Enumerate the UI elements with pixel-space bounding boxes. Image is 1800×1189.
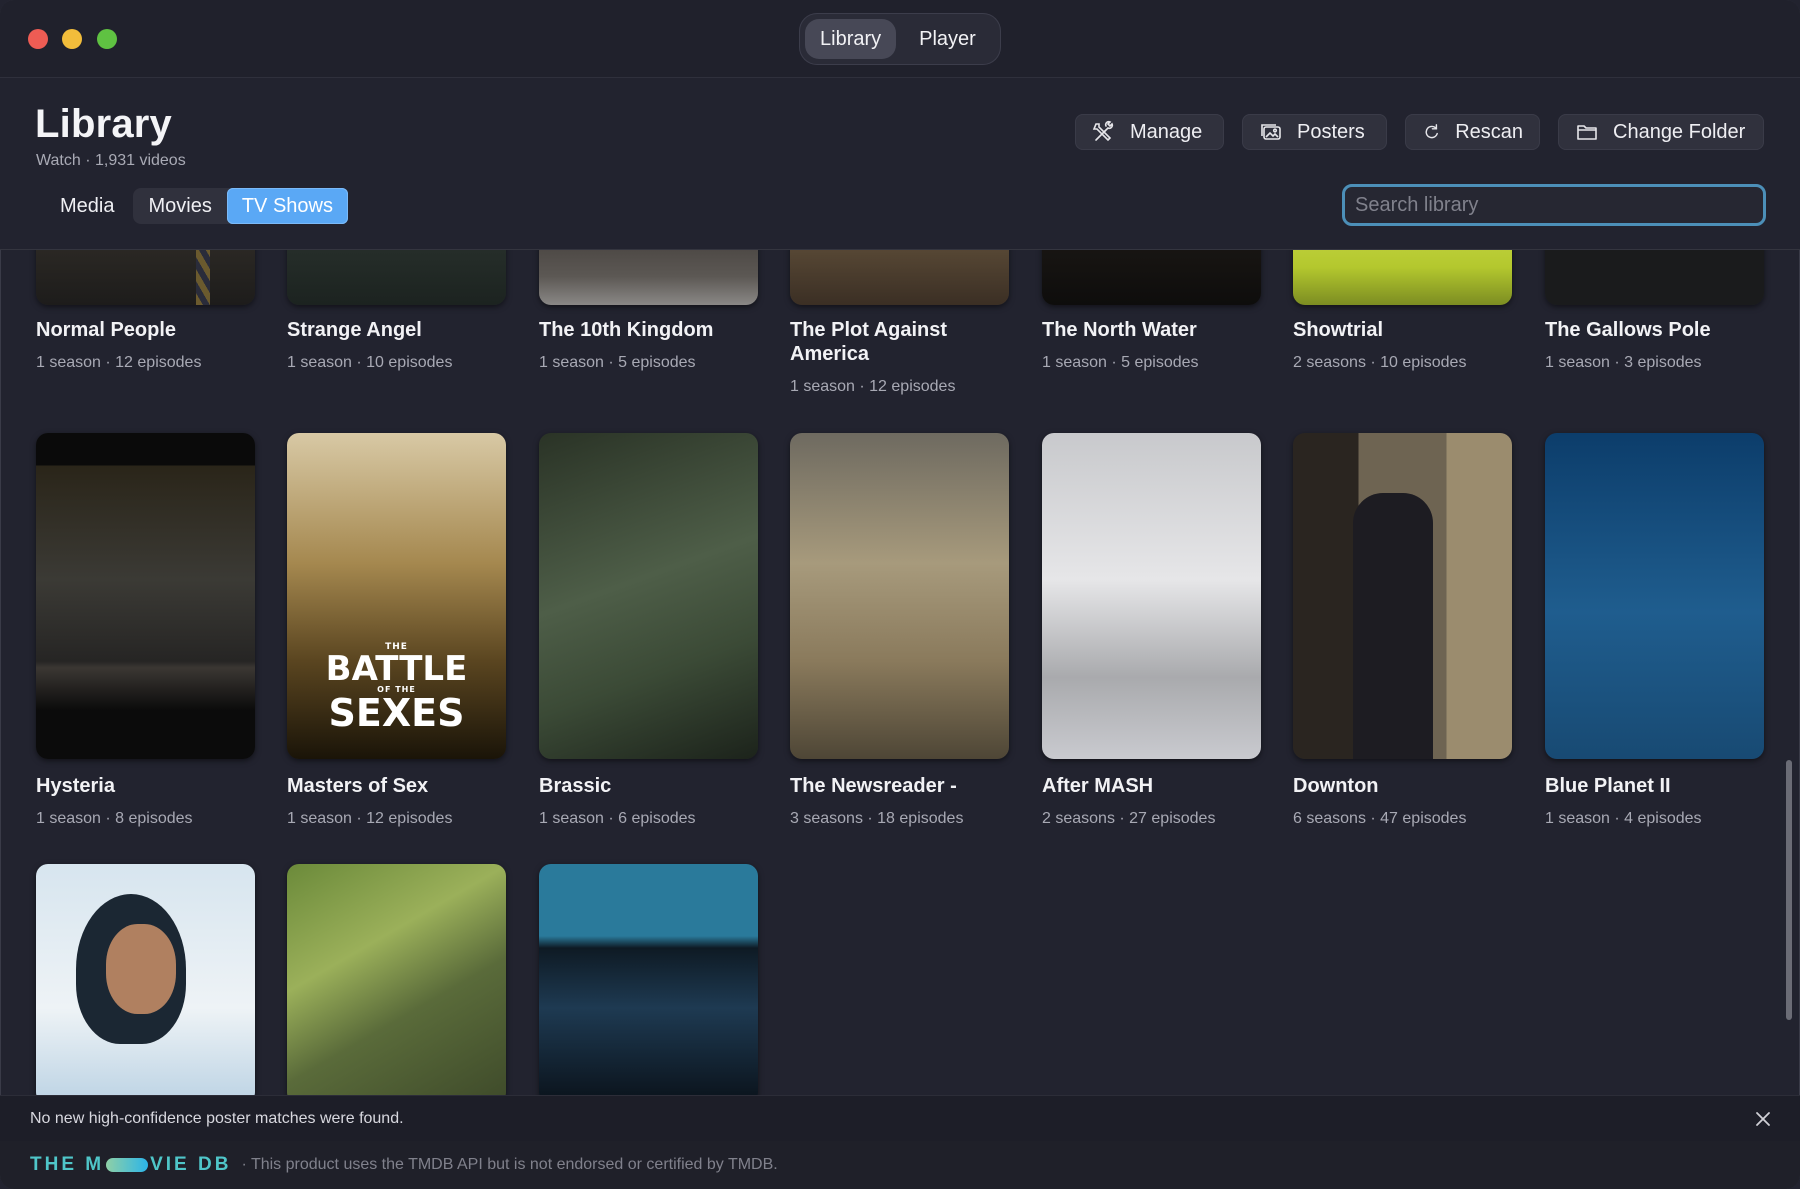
show-meta: 2 seasons · 10 episodes	[1293, 354, 1467, 371]
page-subtitle: Watch · 1,931 videos	[36, 152, 186, 169]
tab-media[interactable]: Media	[44, 188, 129, 224]
folder-icon	[1577, 125, 1597, 140]
poster-image	[36, 433, 255, 759]
poster-image	[1545, 250, 1764, 305]
poster-image	[539, 250, 758, 305]
show-title: Normal People	[36, 319, 177, 341]
posters-button[interactable]: Posters	[1242, 114, 1387, 150]
tab-library[interactable]: Library	[805, 19, 897, 59]
poster-image	[287, 250, 506, 305]
tab-movies[interactable]: Movies	[133, 188, 226, 224]
poster-image: THE BATTLE OF THE SEXES	[287, 433, 506, 759]
change-folder-button[interactable]: Change Folder	[1558, 114, 1764, 150]
status-banner: No new high-confidence poster matches we…	[0, 1095, 1800, 1141]
close-icon[interactable]	[1752, 1108, 1774, 1130]
poster-big-text-1: BATTLE	[325, 649, 468, 689]
tmdb-logo: THE M VIE DB	[30, 1154, 231, 1176]
photos-icon	[1261, 124, 1281, 140]
manage-button[interactable]: Manage	[1075, 114, 1224, 150]
zoom-window-button[interactable]	[97, 29, 117, 49]
poster-big-text-2: SEXES	[328, 691, 465, 735]
change-folder-label: Change Folder	[1613, 120, 1746, 143]
show-meta: 1 season · 4 episodes	[1545, 810, 1702, 827]
show-meta: 1 season · 12 episodes	[790, 378, 956, 395]
poster-image	[1042, 433, 1261, 759]
show-meta: 6 seasons · 47 episodes	[1293, 810, 1467, 827]
close-window-button[interactable]	[28, 29, 48, 49]
poster-image	[36, 864, 255, 1095]
manage-label: Manage	[1130, 120, 1203, 143]
poster-image	[1293, 433, 1512, 759]
show-title: Blue Planet II	[1545, 775, 1671, 797]
tools-icon	[1092, 120, 1114, 142]
view-switcher: Library Player	[799, 13, 1001, 65]
tmdb-logo-right: VIE DB	[150, 1154, 232, 1175]
media-type-tabs: Media Movies TV Shows	[44, 188, 348, 224]
show-title: The North Water	[1042, 319, 1197, 341]
show-title: The Gallows Pole	[1545, 319, 1711, 341]
show-meta: 3 seasons · 18 episodes	[790, 810, 964, 827]
scrollbar[interactable]	[1786, 760, 1792, 1020]
minimize-window-button[interactable]	[62, 29, 82, 49]
show-title: Hysteria	[36, 775, 115, 797]
show-title: Strange Angel	[287, 319, 422, 341]
rescan-label: Rescan	[1455, 120, 1523, 143]
show-meta: 1 season · 12 episodes	[287, 810, 453, 827]
show-title: Showtrial	[1293, 319, 1384, 341]
tab-tv-shows[interactable]: TV Shows	[226, 188, 348, 224]
tab-player[interactable]: Player	[904, 19, 991, 59]
app-window: Library Player Library Watch · 1,931 vid…	[0, 0, 1800, 1189]
show-meta: 1 season · 5 episodes	[1042, 354, 1199, 371]
show-meta: 2 seasons · 27 episodes	[1042, 810, 1216, 827]
show-title: Brassic	[539, 775, 612, 797]
footer: THE M VIE DB · This product uses the TMD…	[0, 1141, 1800, 1189]
tmdb-logo-left: THE M	[30, 1154, 105, 1175]
show-meta: 1 season · 10 episodes	[287, 354, 453, 371]
poster-image	[539, 433, 758, 759]
show-title: The 10th Kingdom	[539, 319, 714, 341]
shows-grid: Normal People 1 season · 12 episodes Str…	[0, 250, 1790, 1095]
page-title: Library	[35, 102, 173, 146]
library-header: Library Watch · 1,931 videos Manage Post…	[0, 78, 1800, 250]
posters-label: Posters	[1297, 120, 1365, 143]
attribution-note: · This product uses the TMDB API but is …	[241, 1156, 778, 1173]
show-title: The Plot Against America	[790, 319, 948, 365]
show-meta: 1 season · 5 episodes	[539, 354, 696, 371]
poster-image	[1293, 250, 1512, 305]
show-meta: 1 season · 12 episodes	[36, 354, 202, 371]
show-title: Downton	[1293, 775, 1379, 797]
show-title: After MASH	[1042, 775, 1154, 797]
poster-image	[1545, 433, 1764, 759]
poster-image	[287, 864, 506, 1095]
poster-title-art: THE BATTLE OF THE SEXES	[287, 643, 506, 735]
rescan-button[interactable]: Rescan	[1405, 114, 1540, 150]
poster-image	[36, 250, 255, 305]
poster-image	[1042, 250, 1261, 305]
tmdb-pill-icon	[106, 1158, 149, 1172]
title-bar: Library Player	[0, 0, 1800, 78]
show-title: The Newsreader -	[790, 775, 957, 797]
refresh-icon	[1425, 124, 1438, 139]
search-input[interactable]	[1342, 184, 1766, 226]
show-meta: 1 season · 8 episodes	[36, 810, 193, 827]
show-meta: 1 season · 6 episodes	[539, 810, 696, 827]
poster-image	[539, 864, 758, 1095]
tabs-group: Movies TV Shows	[133, 188, 348, 224]
poster-image	[790, 250, 1009, 305]
poster-image	[790, 433, 1009, 759]
show-title: Masters of Sex	[287, 775, 429, 797]
show-meta: 1 season · 3 episodes	[1545, 354, 1702, 371]
banner-message: No new high-confidence poster matches we…	[30, 1109, 404, 1127]
